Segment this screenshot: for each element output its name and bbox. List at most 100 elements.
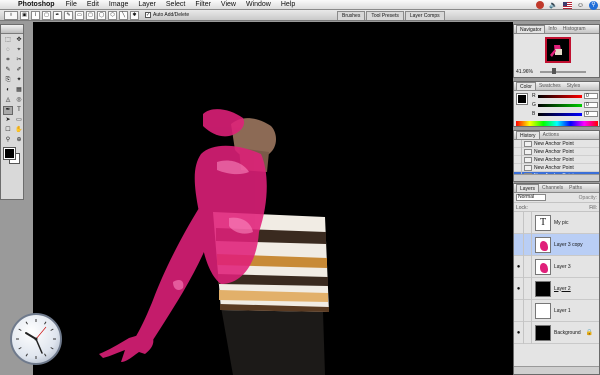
menu-window[interactable]: Window (241, 1, 276, 8)
layer-visibility-eye-icon[interactable] (514, 233, 524, 256)
menu-app-name[interactable]: Photoshop (16, 1, 61, 8)
paths-button[interactable]: ⌇ (31, 10, 40, 20)
tab-actions[interactable]: Actions (540, 131, 562, 139)
tool-button[interactable]: ✎ (3, 66, 13, 75)
volume-icon[interactable]: 🔈 (549, 1, 558, 9)
tool-button[interactable]: ✒ (3, 106, 13, 115)
tab-paths[interactable]: Paths (566, 184, 585, 192)
tab-navigator[interactable]: Navigator (516, 25, 546, 33)
rectangle-shape-button[interactable]: ▭ (75, 10, 84, 20)
layer-row[interactable]: ● Layer 3 (514, 255, 599, 278)
tool-button[interactable]: ◎ (14, 96, 24, 105)
red-value-field[interactable]: 0 (584, 93, 598, 99)
history-source-checkbox[interactable] (514, 139, 522, 148)
history-item[interactable]: New Anchor Point (514, 147, 599, 156)
pen-tool-preset-icon[interactable]: ♁ (4, 10, 18, 20)
layer-link-toggle[interactable] (524, 277, 532, 300)
tool-button[interactable]: ✂ (14, 56, 24, 65)
navigator-zoom-value[interactable]: 41.96% (516, 69, 533, 75)
spotlight-search-icon[interactable]: ⚲ (589, 0, 598, 10)
tab-layers[interactable]: Layers (516, 184, 540, 192)
tool-button[interactable]: T (14, 106, 24, 115)
navigator-preview[interactable] (545, 37, 571, 63)
tab-channels[interactable]: Channels (539, 184, 566, 192)
blue-slider[interactable] (538, 112, 582, 116)
layer-link-toggle[interactable] (524, 233, 532, 256)
fill-pixels-button[interactable]: ▢ (42, 10, 51, 20)
layer-visibility-eye-icon[interactable] (514, 211, 524, 234)
shape-layers-button[interactable]: ▣ (20, 10, 29, 20)
color-foreground-swatch[interactable] (516, 93, 528, 105)
toolbox-header[interactable] (1, 25, 23, 34)
tab-histogram[interactable]: Histogram (560, 25, 589, 33)
blend-mode-select[interactable]: Normal (516, 194, 546, 201)
navigator-zoom-slider[interactable] (540, 71, 586, 73)
layer-link-toggle[interactable] (524, 255, 532, 278)
history-item[interactable]: New Anchor Point (514, 163, 599, 172)
layer-visibility-eye-icon[interactable] (514, 299, 524, 322)
user-icon[interactable]: ☺ (577, 2, 584, 9)
freeform-pen-button[interactable]: ✎ (64, 10, 73, 20)
history-source-checkbox[interactable] (514, 147, 522, 156)
layer-link-toggle[interactable] (524, 299, 532, 322)
layer-row[interactable]: T My pic (514, 211, 599, 234)
tab-history[interactable]: History (516, 131, 540, 139)
tab-color[interactable]: Color (516, 82, 536, 90)
menu-layer[interactable]: Layer (133, 1, 161, 8)
tool-button[interactable]: ⌗ (3, 56, 13, 65)
foreground-color-swatch[interactable] (3, 147, 16, 160)
tab-info[interactable]: Info (545, 25, 559, 33)
menu-image[interactable]: Image (104, 1, 133, 8)
tool-button[interactable]: ▭ (14, 116, 24, 125)
tool-button[interactable]: ➤ (3, 116, 13, 125)
layer-visibility-eye-icon[interactable]: ● (514, 255, 524, 278)
tool-button[interactable]: ⊕ (14, 136, 24, 145)
rounded-rect-button[interactable]: ▢ (86, 10, 95, 20)
history-item[interactable]: New Anchor Point (514, 155, 599, 164)
menu-edit[interactable]: Edit (82, 1, 104, 8)
status-menu-icon[interactable] (536, 1, 545, 9)
tool-button[interactable]: ⌖ (14, 46, 24, 55)
custom-shape-button[interactable]: ✱ (130, 10, 139, 20)
history-item[interactable]: New Anchor Point (514, 139, 599, 148)
layer-visibility-eye-icon[interactable]: ● (514, 321, 524, 344)
clock-widget[interactable] (10, 313, 62, 365)
layer-row[interactable]: Layer 1 (514, 299, 599, 322)
tab-swatches[interactable]: Swatches (536, 82, 564, 90)
tool-button[interactable]: ▦ (14, 86, 24, 95)
navigator-zoom-handle[interactable] (552, 68, 556, 74)
tool-button[interactable]: ✥ (14, 36, 24, 45)
document-canvas[interactable] (33, 22, 513, 375)
history-source-checkbox[interactable] (514, 155, 522, 164)
tab-styles[interactable]: Styles (564, 82, 584, 90)
red-slider[interactable] (538, 94, 582, 98)
input-flag-icon[interactable] (562, 1, 572, 9)
layer-link-toggle[interactable] (524, 211, 532, 234)
tool-button[interactable]: ✦ (14, 76, 24, 85)
green-slider[interactable] (538, 103, 582, 107)
layer-row[interactable]: ● Background 🔒 (514, 321, 599, 344)
line-button[interactable]: ╲ (119, 10, 128, 20)
menu-help[interactable]: Help (276, 1, 300, 8)
layer-link-toggle[interactable] (524, 321, 532, 344)
tool-button[interactable]: ☐ (3, 126, 13, 135)
auto-add-delete-checkbox[interactable]: ✓ (145, 12, 151, 18)
well-tab-layer-comps[interactable]: Layer Comps (404, 11, 445, 20)
tool-button[interactable]: ⚲ (3, 136, 13, 145)
tool-button[interactable]: ◌ (3, 46, 13, 55)
menu-file[interactable]: File (61, 1, 82, 8)
layer-row[interactable]: ● Layer 2 (514, 277, 599, 300)
menu-view[interactable]: View (216, 1, 241, 8)
tool-button[interactable]: ✐ (14, 66, 24, 75)
polygon-button[interactable]: ⬡ (108, 10, 117, 20)
pen-button[interactable]: ✒ (53, 10, 62, 20)
layer-row[interactable]: Layer 3 copy (514, 233, 599, 256)
well-tab-tool-presets[interactable]: Tool Presets (366, 11, 404, 20)
well-tab-brushes[interactable]: Brushes (337, 11, 366, 20)
menu-filter[interactable]: Filter (190, 1, 216, 8)
color-spectrum-ramp[interactable] (516, 121, 598, 126)
ellipse-button[interactable]: ◯ (97, 10, 106, 20)
green-value-field[interactable]: 0 (584, 102, 598, 108)
tool-button[interactable]: ◐ (3, 86, 13, 95)
tool-button[interactable]: ⬚ (3, 36, 13, 45)
